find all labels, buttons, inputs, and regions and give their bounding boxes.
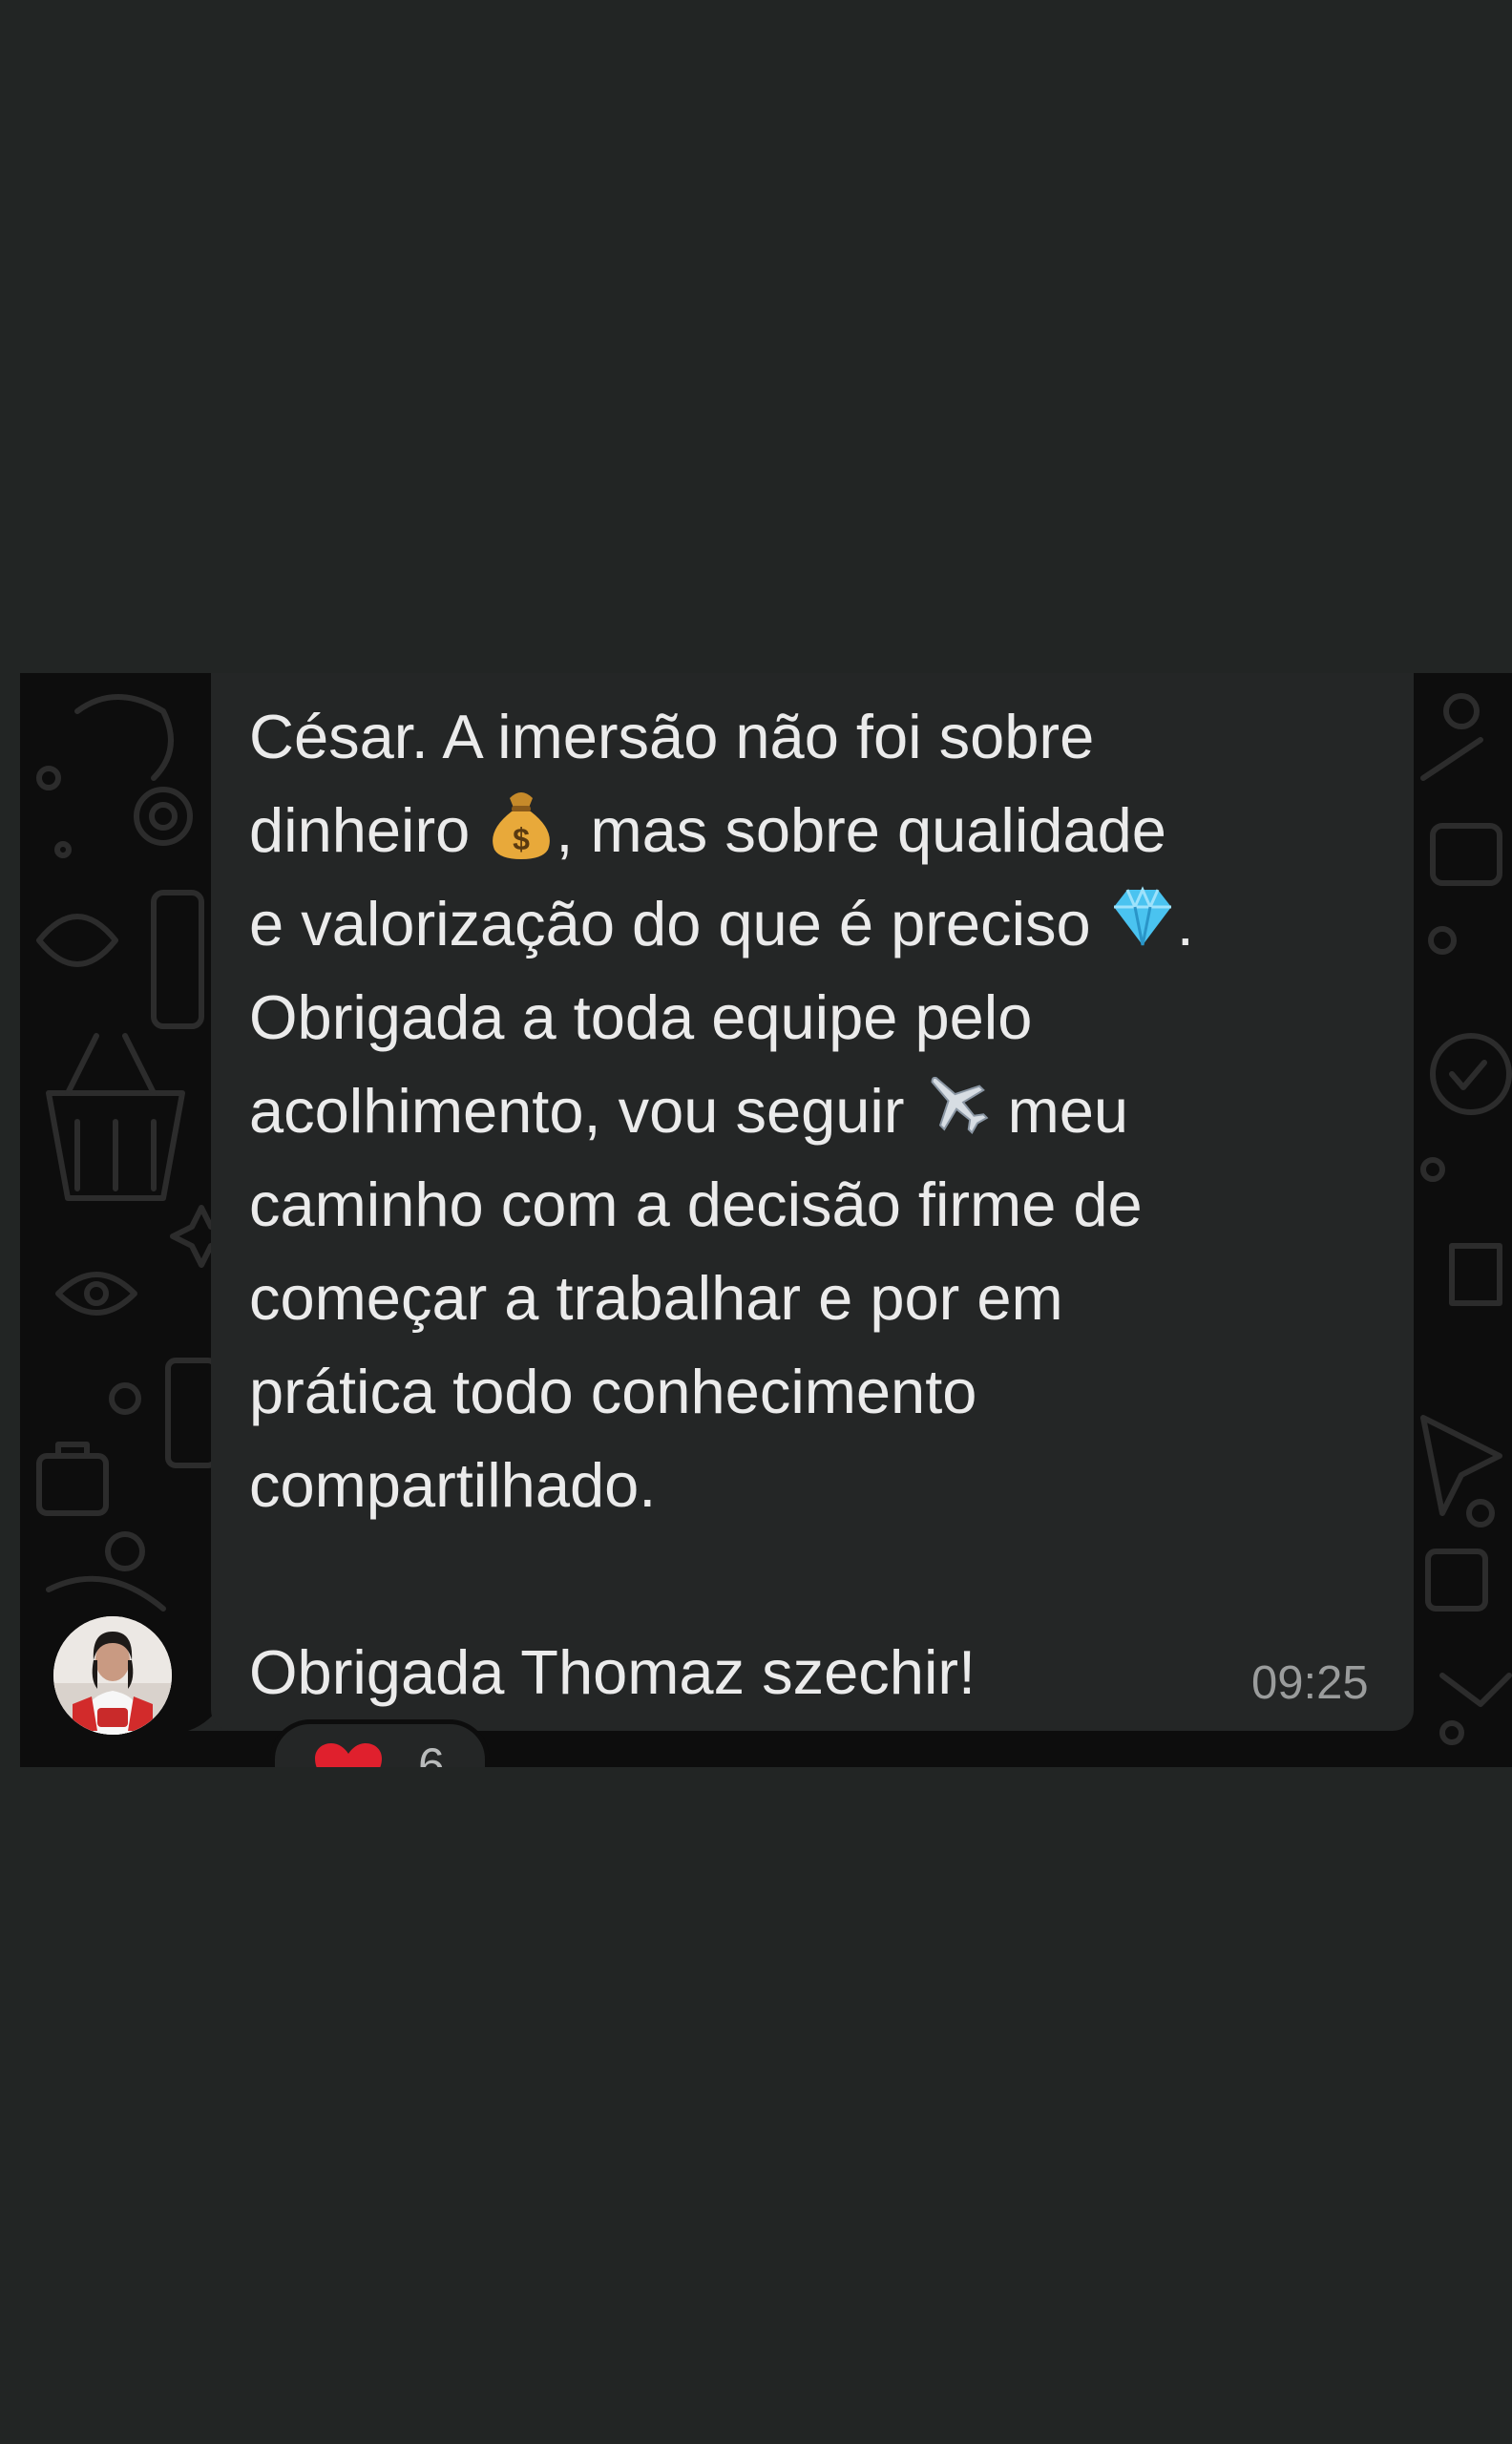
message-line: meu [990, 1076, 1129, 1146]
reaction-badge[interactable]: 6 [270, 1719, 490, 1767]
money-bag-emoji: $ [493, 792, 551, 859]
svg-text:$: $ [513, 822, 530, 856]
message-line: . [1176, 889, 1194, 959]
reaction-count: 6 [418, 1738, 445, 1767]
profile-photo-icon [53, 1616, 172, 1735]
message-line: , mas sobre qualidade [556, 795, 1166, 865]
diamond-emoji [1113, 886, 1171, 946]
page: César. A imersão não foi sobre dinheiro … [0, 0, 1512, 2444]
message-line: e valorização do que é preciso [249, 889, 1108, 959]
avatar[interactable] [53, 1616, 172, 1735]
message-line: caminho com a decisão firme de [249, 1169, 1143, 1239]
message-timestamp: 09:25 [1251, 1657, 1369, 1709]
message-text: César. A imersão não foi sobre dinheiro … [249, 690, 1366, 1719]
message-line: Obrigada a toda equipe pelo [249, 982, 1033, 1052]
message-line: prática todo conhecimento [249, 1357, 977, 1426]
message-line: dinheiro [249, 795, 488, 865]
message-line: começar a trabalhar e por em [249, 1263, 1063, 1333]
message-line: Obrigada Thomaz szechir! [249, 1637, 976, 1707]
heart-emoji-icon [315, 1743, 382, 1767]
airplane-emoji [931, 1076, 989, 1135]
message-line: compartilhado. [249, 1450, 657, 1520]
chat-screenshot: César. A imersão não foi sobre dinheiro … [20, 673, 1512, 1767]
message-line: acolhimento, vou seguir [249, 1076, 922, 1146]
message-line: César. A imersão não foi sobre [249, 702, 1095, 771]
